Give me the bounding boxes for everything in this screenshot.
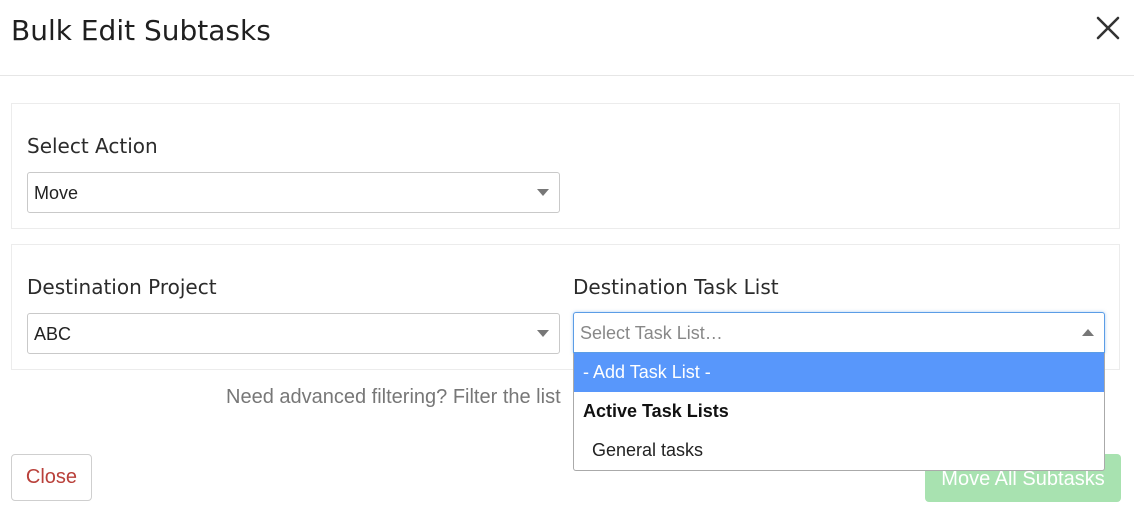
destination-project-select[interactable]: ABC [27,313,560,354]
dropdown-option-general-tasks[interactable]: General tasks [574,431,1104,470]
close-icon[interactable] [1094,14,1122,42]
close-button[interactable]: Close [11,454,92,501]
action-select[interactable]: Move [27,172,560,213]
action-select-value: Move [34,183,79,203]
task-list-placeholder: Select Task List… [580,323,723,343]
select-action-label: Select Action [27,134,158,158]
destination-task-list-label: Destination Task List [573,275,779,299]
destination-project-label: Destination Project [27,275,217,299]
dropdown-option-add-task-list[interactable]: - Add Task List - [574,353,1104,392]
modal-header: Bulk Edit Subtasks [0,0,1134,76]
task-list-dropdown: - Add Task List - Active Task Lists Gene… [573,353,1105,471]
chevron-down-icon [537,189,549,196]
advanced-filtering-hint: Need advanced filtering? Filter the list [226,386,561,408]
chevron-down-icon [537,330,549,337]
page-title: Bulk Edit Subtasks [11,14,271,47]
destination-task-list-select[interactable]: Select Task List… [573,312,1105,353]
destination-project-value: ABC [34,324,72,344]
dropdown-group-active-task-lists: Active Task Lists [583,401,729,421]
chevron-up-icon [1082,329,1094,336]
action-panel: Select Action Move [11,103,1120,229]
